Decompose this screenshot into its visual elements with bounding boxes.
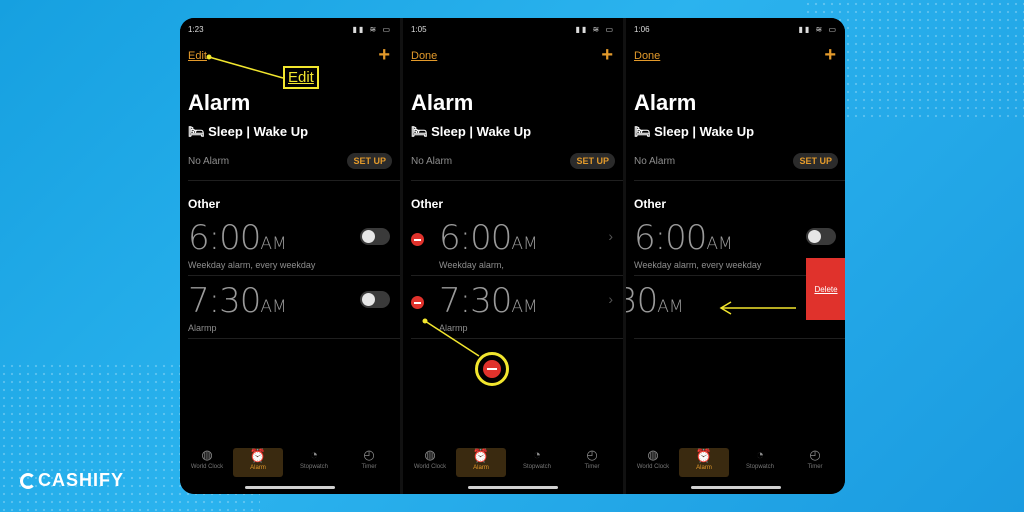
alarm-time: 6:00AM [188,218,287,258]
alarm-toggle[interactable] [806,228,836,245]
other-heading: Other [634,197,667,211]
alarm-label: Weekday alarm, [439,260,504,270]
other-heading: Other [188,197,221,211]
divider [188,338,400,339]
phone-screen-edit: 1:23 ▮▮ ≋ ▭ Edit + Alarm 🛏 Sleep | Wake … [180,18,400,494]
delete-minus-callout-icon [475,352,509,386]
home-indicator [245,486,335,489]
divider [411,275,623,276]
tab-stopwatch[interactable]: ◔ Stopwatch [512,447,562,471]
tab-alarm[interactable]: ⏰ Alarm [456,448,506,477]
alarm-row[interactable]: 6:00AM Weekday alarm, every weekday [188,218,400,278]
alarm-label: Weekday alarm, every weekday [634,260,762,270]
status-icons: ▮▮ ≋ ▭ [575,25,615,34]
chevron-right-icon: › [608,291,613,307]
chevron-right-icon: › [608,228,613,244]
alarm-clock-icon: ⏰ [695,448,713,463]
globe-icon: ◍ [647,447,659,462]
tab-world-clock[interactable]: ◍ World Clock [628,447,678,471]
alarm-row[interactable]: 6:00AM Weekday alarm, › [411,218,623,278]
add-alarm-button[interactable]: + [601,44,613,67]
status-bar: 1:06 ▮▮ ≋ ▭ [634,25,838,37]
phone-screen-edit-mode: 1:05 ▮▮ ≋ ▭ Done + Alarm 🛏 Sleep | Wake … [403,18,623,494]
done-button[interactable]: Done [634,50,660,62]
tab-timer[interactable]: ◴ Timer [344,447,394,471]
status-bar: 1:05 ▮▮ ≋ ▭ [411,25,615,37]
home-indicator [468,486,558,489]
divider [411,180,623,181]
delete-minus-icon[interactable] [411,233,424,246]
divider [634,338,845,339]
alarm-label: Alarmp [188,323,217,333]
page-title: Alarm [634,90,697,115]
divider [634,180,845,181]
no-alarm-label: No Alarm [411,156,453,167]
tab-world-clock[interactable]: ◍ World Clock [182,447,232,471]
status-time: 1:06 [634,25,650,34]
callout-pointer-line [422,318,480,357]
sleep-wake-heading: 🛏 Sleep | Wake Up [634,124,755,139]
add-alarm-button[interactable]: + [824,44,836,67]
status-time: 1:05 [411,25,427,34]
setup-button[interactable]: SET UP [570,153,615,169]
done-button[interactable]: Done [411,50,437,62]
timer-icon: ◴ [363,447,375,462]
screenshots-panel: 1:23 ▮▮ ≋ ▭ Edit + Alarm 🛏 Sleep | Wake … [180,18,845,494]
stopwatch-icon: ◔ [756,447,764,462]
divider [188,275,400,276]
alarm-time: 6:00AM [634,218,733,258]
status-icons: ▮▮ ≋ ▭ [798,25,838,34]
tab-bar: ◍ World Clock ⏰ Alarm ◔ Stopwatch ◴ Timer [626,436,845,494]
alarm-time: 6:00AM [439,218,538,258]
alarm-toggle[interactable] [360,291,390,308]
tab-world-clock[interactable]: ◍ World Clock [405,447,455,471]
alarm-row[interactable]: 7:30AM Alarmp [188,281,400,341]
setup-button[interactable]: SET UP [793,153,838,169]
globe-icon: ◍ [424,447,436,462]
timer-icon: ◴ [586,447,598,462]
stopwatch-icon: ◔ [533,447,541,462]
alarm-time: 7:30AM [188,281,287,321]
tab-bar: ◍ World Clock ⏰ Alarm ◔ Stopwatch ◴ Timer [180,436,400,494]
tab-alarm[interactable]: ⏰ Alarm [233,448,283,477]
home-indicator [691,486,781,489]
alarm-clock-icon: ⏰ [249,448,267,463]
phone-screen-swipe-delete: 1:06 ▮▮ ≋ ▭ Done + Alarm 🛏 Sleep | Wake … [626,18,845,494]
tab-timer[interactable]: ◴ Timer [790,447,840,471]
no-alarm-label: No Alarm [634,156,676,167]
cashify-logo: CASHIFY [20,470,124,491]
delete-button[interactable]: Delete [806,258,845,320]
setup-button[interactable]: SET UP [347,153,392,169]
tab-alarm[interactable]: ⏰ Alarm [679,448,729,477]
tab-bar: ◍ World Clock ⏰ Alarm ◔ Stopwatch ◴ Timer [403,436,623,494]
stopwatch-icon: ◔ [310,447,318,462]
alarm-label: Weekday alarm, every weekday [188,260,316,270]
alarm-toggle[interactable] [360,228,390,245]
page-title: Alarm [411,90,474,115]
alarm-clock-icon: ⏰ [472,448,490,463]
sleep-wake-heading: 🛏 Sleep | Wake Up [411,124,532,139]
divider [188,180,400,181]
globe-icon: ◍ [201,447,213,462]
other-heading: Other [411,197,444,211]
tab-timer[interactable]: ◴ Timer [567,447,617,471]
no-alarm-label: No Alarm [188,156,230,167]
callout-pointer-line [206,54,284,79]
timer-icon: ◴ [809,447,821,462]
tab-stopwatch[interactable]: ◔ Stopwatch [289,447,339,471]
tab-stopwatch[interactable]: ◔ Stopwatch [735,447,785,471]
